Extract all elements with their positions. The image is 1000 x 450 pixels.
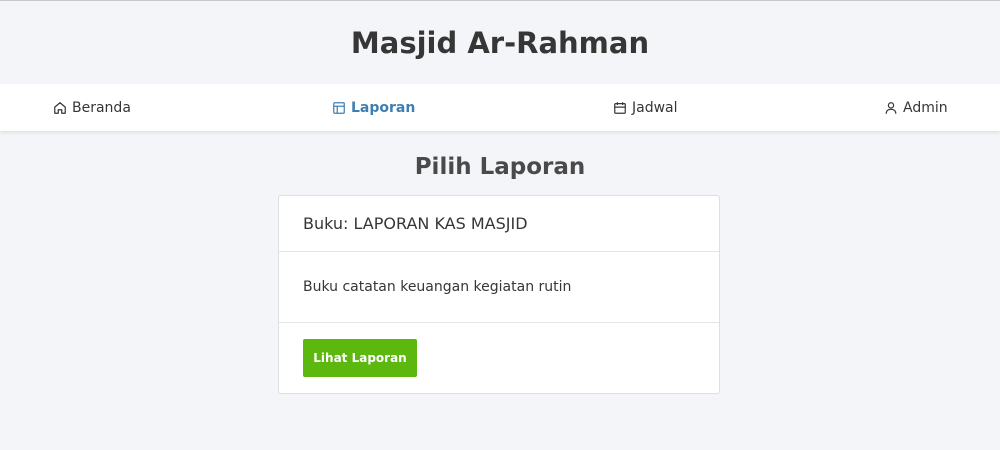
nav-item-beranda[interactable]: Beranda xyxy=(52,84,131,131)
card-header: Buku: LAPORAN KAS MASJID xyxy=(279,196,719,252)
main-navbar: Beranda Laporan Jadwal Admin xyxy=(0,84,1000,131)
card-title: Buku: LAPORAN KAS MASJID xyxy=(303,214,528,233)
site-title: Masjid Ar-Rahman xyxy=(350,25,650,60)
nav-item-label: Jadwal xyxy=(632,99,678,116)
page-heading: Pilih Laporan xyxy=(414,154,586,180)
nav-item-label: Laporan xyxy=(351,99,416,116)
calendar-icon xyxy=(612,100,628,116)
nav-item-jadwal[interactable]: Jadwal xyxy=(612,84,678,131)
card-footer: Lihat Laporan xyxy=(279,323,719,377)
home-icon xyxy=(52,100,68,116)
user-icon xyxy=(883,100,899,116)
report-card: Buku: LAPORAN KAS MASJID Buku catatan ke… xyxy=(278,195,720,394)
nav-item-label: Admin xyxy=(903,99,948,116)
view-report-button[interactable]: Lihat Laporan xyxy=(303,339,417,377)
card-body: Buku catatan keuangan kegiatan rutin xyxy=(279,252,719,323)
nav-item-admin[interactable]: Admin xyxy=(883,84,948,131)
card-description: Buku catatan keuangan kegiatan rutin xyxy=(303,279,572,295)
nav-item-label: Beranda xyxy=(72,99,131,116)
nav-item-laporan[interactable]: Laporan xyxy=(331,84,415,131)
layout-icon xyxy=(331,100,347,116)
site-header: Masjid Ar-Rahman xyxy=(0,1,1000,84)
